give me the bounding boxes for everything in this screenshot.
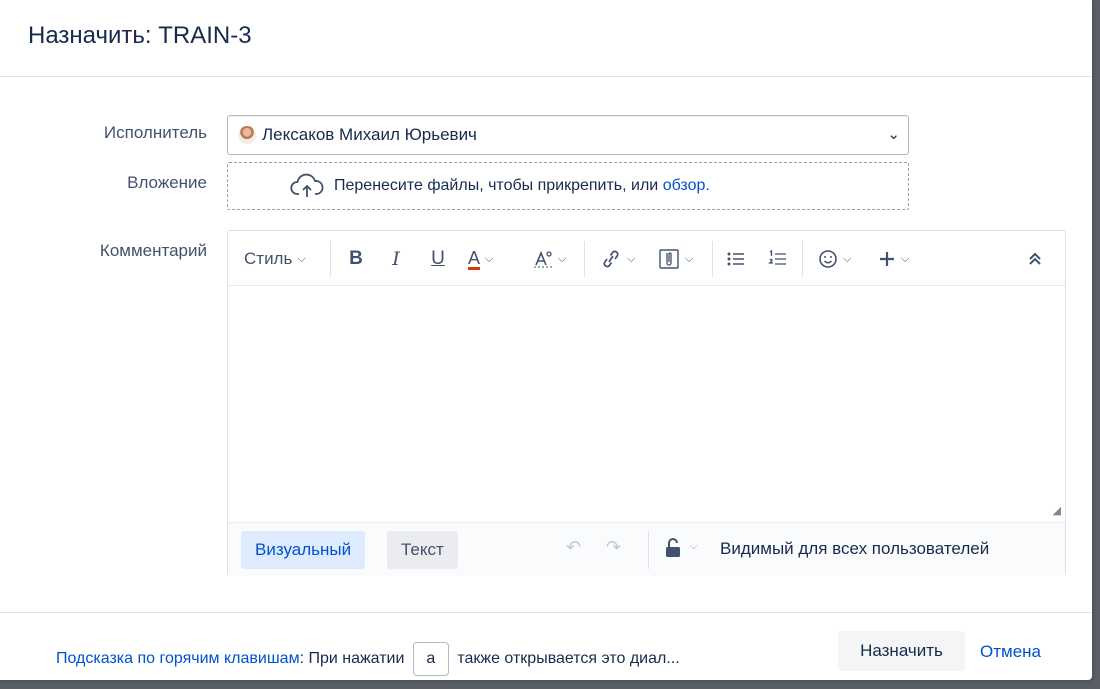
bold-button[interactable]: B — [346, 245, 366, 273]
comment-textarea[interactable]: ◢ — [228, 287, 1065, 521]
editor-toolbar: Стиль ⌵ B I U A ⌵ ⌵ ⌵ ⌵ ⌵ ⌵ — [228, 231, 1065, 286]
dialog-footer: Подсказка по горячим клавишам: При нажат… — [0, 612, 1092, 680]
plus-icon — [880, 252, 894, 266]
dialog-header: Назначить: TRAIN-3 — [0, 0, 1092, 77]
style-dropdown[interactable]: Стиль ⌵ — [244, 245, 306, 273]
chevron-down-icon: ⌵ — [690, 541, 698, 552]
unlock-icon[interactable] — [664, 537, 682, 559]
chevron-down-icon: ⌵ — [901, 252, 910, 265]
chevron-down-icon: ⌵ — [627, 252, 636, 265]
comment-editor: Стиль ⌵ B I U A ⌵ ⌵ ⌵ ⌵ ⌵ ⌵ ◢ Визуальный… — [227, 230, 1066, 576]
hint-pre: : При нажатии — [299, 650, 405, 668]
editor-footer: Визуальный Текст ↶ ↷ ⌵ Видимый для всех … — [228, 522, 1065, 576]
attachment-dropzone[interactable]: Перенесите файлы, чтобы прикрепить, или … — [227, 162, 909, 210]
dialog-title: Назначить: TRAIN-3 — [28, 22, 252, 49]
insert-more-dropdown[interactable]: ⌵ — [878, 245, 909, 273]
chevron-down-icon: ⌵ — [843, 252, 852, 265]
chevron-down-icon: ⌵ — [558, 252, 567, 265]
text-color-icon: A — [468, 247, 481, 270]
toolbar-divider — [802, 241, 803, 277]
avatar — [238, 126, 256, 144]
tab-text[interactable]: Текст — [387, 531, 458, 569]
emoji-icon — [819, 250, 837, 268]
assignee-label: Исполнитель — [103, 123, 207, 142]
comment-label: Комментарий — [99, 241, 207, 260]
assignee-select[interactable]: Лексаков Михаил Юрьевич ⌄ — [227, 115, 909, 155]
toolbar-divider — [584, 241, 585, 277]
underline-button[interactable]: U — [428, 245, 448, 273]
chevron-down-icon: ⌵ — [485, 252, 494, 265]
cancel-link[interactable]: Отмена — [980, 642, 1041, 662]
toolbar-divider — [330, 241, 331, 277]
paperclip-icon — [659, 249, 679, 269]
text-color-dropdown[interactable]: A ⌵ — [468, 245, 493, 273]
attachment-text: Перенесите файлы, чтобы прикрепить, или — [334, 177, 659, 194]
collapse-toolbar-button[interactable] — [1028, 245, 1042, 273]
bullet-list-button[interactable] — [726, 245, 746, 273]
browse-link[interactable]: обзор. — [663, 177, 710, 194]
assign-button[interactable]: Назначить — [838, 631, 965, 671]
attachment-hint: Перенесите файлы, чтобы прикрепить, или … — [334, 177, 710, 195]
toolbar-divider — [712, 241, 713, 277]
cloud-upload-icon — [290, 173, 324, 197]
numbered-list-icon — [768, 250, 786, 265]
attachment-dropdown[interactable]: ⌵ — [658, 245, 693, 273]
link-dropdown[interactable]: ⌵ — [600, 245, 635, 273]
chevron-down-icon: ⌵ — [297, 252, 306, 265]
text-effects-dropdown[interactable]: ⌵ — [533, 245, 566, 273]
resize-handle-icon[interactable]: ◢ — [1053, 504, 1061, 517]
numbered-list-button[interactable] — [768, 245, 788, 273]
chevron-down-icon: ⌵ — [685, 252, 694, 265]
emoji-dropdown[interactable]: ⌵ — [818, 245, 851, 273]
visibility-text: Видимый для всех пользователей — [720, 539, 990, 558]
redo-icon[interactable]: ↷ — [606, 537, 621, 558]
double-chevron-up-icon — [1029, 252, 1041, 265]
bullet-list-icon — [727, 252, 744, 266]
chevron-down-icon: ⌄ — [887, 126, 900, 143]
assign-dialog: Назначить: TRAIN-3 Исполнитель Лексаков … — [0, 0, 1092, 680]
keyboard-hint: Подсказка по горячим клавишам: При нажат… — [56, 642, 680, 676]
keyboard-shortcuts-link[interactable]: Подсказка по горячим клавишам — [56, 650, 300, 667]
style-label: Стиль — [244, 249, 293, 268]
text-effects-icon — [534, 250, 552, 268]
link-icon — [603, 250, 619, 268]
attachment-label: Вложение — [127, 173, 207, 192]
hint-key: a — [412, 642, 449, 676]
footer-divider — [648, 531, 649, 569]
tab-visual[interactable]: Визуальный — [241, 531, 366, 569]
undo-icon[interactable]: ↶ — [566, 537, 581, 558]
assignee-value: Лексаков Михаил Юрьевич — [262, 125, 477, 144]
italic-button[interactable]: I — [388, 245, 404, 273]
hint-post: также открывается это диал... — [457, 650, 680, 668]
